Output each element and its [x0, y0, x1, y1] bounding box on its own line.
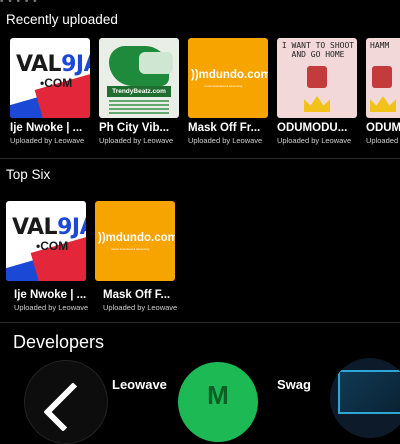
track-artwork: I WANT TO SHOOT AND GO HOME [277, 38, 357, 118]
developer-name[interactable]: Swag [277, 377, 311, 392]
track-card[interactable]: TrendyBeatz.com Ph City Vib... Uploaded … [99, 38, 179, 145]
track-uploader: Uploaded by Leowave [14, 303, 89, 312]
track-card[interactable]: VAL9JA •COM Ije Nwoke | ... Uploaded by … [10, 38, 90, 145]
track-title: Ije Nwoke | ... [14, 289, 87, 301]
track-uploader: Uploaded [366, 136, 399, 145]
track-title: ODUM [366, 122, 400, 134]
track-artwork: VAL9JA •COM [6, 201, 86, 281]
track-title: Mask Off F... [103, 289, 171, 301]
section-divider [0, 158, 400, 159]
track-title: Ph City Vib... [99, 122, 170, 134]
track-title: Ije Nwoke | ... [10, 122, 83, 134]
track-artwork: HAMM [366, 38, 400, 118]
section-title-recently-uploaded: Recently uploaded [6, 12, 118, 27]
track-title: ODUMODU... [277, 122, 348, 134]
page-indicator-dots: • • • • • [0, 0, 38, 7]
developer-avatar[interactable] [330, 358, 400, 438]
track-artwork: ))mdundo.com music download & streaming [188, 38, 268, 118]
track-card[interactable]: ))mdundo.com music download & streaming … [95, 201, 178, 312]
track-uploader: Uploaded by Leowave [188, 136, 263, 145]
track-uploader: Uploaded by Leowave [103, 303, 178, 312]
track-artwork: TrendyBeatz.com [99, 38, 179, 118]
leowave-logo-icon [43, 382, 93, 432]
developer-name[interactable]: Leowave [112, 377, 167, 392]
screen-icon [338, 370, 400, 414]
section-divider [0, 322, 400, 323]
track-uploader: Uploaded by Leowave [99, 136, 174, 145]
track-card[interactable]: ))mdundo.com music download & streaming … [188, 38, 268, 145]
track-card[interactable]: HAMM ODUM Uploaded [366, 38, 400, 145]
track-uploader: Uploaded by Leowave [277, 136, 352, 145]
developer-avatar[interactable] [24, 360, 108, 444]
developer-avatar[interactable]: M [178, 362, 258, 442]
section-title-top-six: Top Six [6, 167, 51, 182]
track-card[interactable]: I WANT TO SHOOT AND GO HOME ODUMODU... U… [277, 38, 357, 145]
track-artwork: ))mdundo.com music download & streaming [95, 201, 175, 281]
track-artwork: VAL9JA •COM [10, 38, 90, 118]
section-title-developers: Developers [13, 332, 105, 352]
track-uploader: Uploaded by Leowave [10, 136, 85, 145]
track-card[interactable]: VAL9JA •COM Ije Nwoke | ... Uploaded by … [6, 201, 89, 312]
track-title: Mask Off Fr... [188, 122, 261, 134]
